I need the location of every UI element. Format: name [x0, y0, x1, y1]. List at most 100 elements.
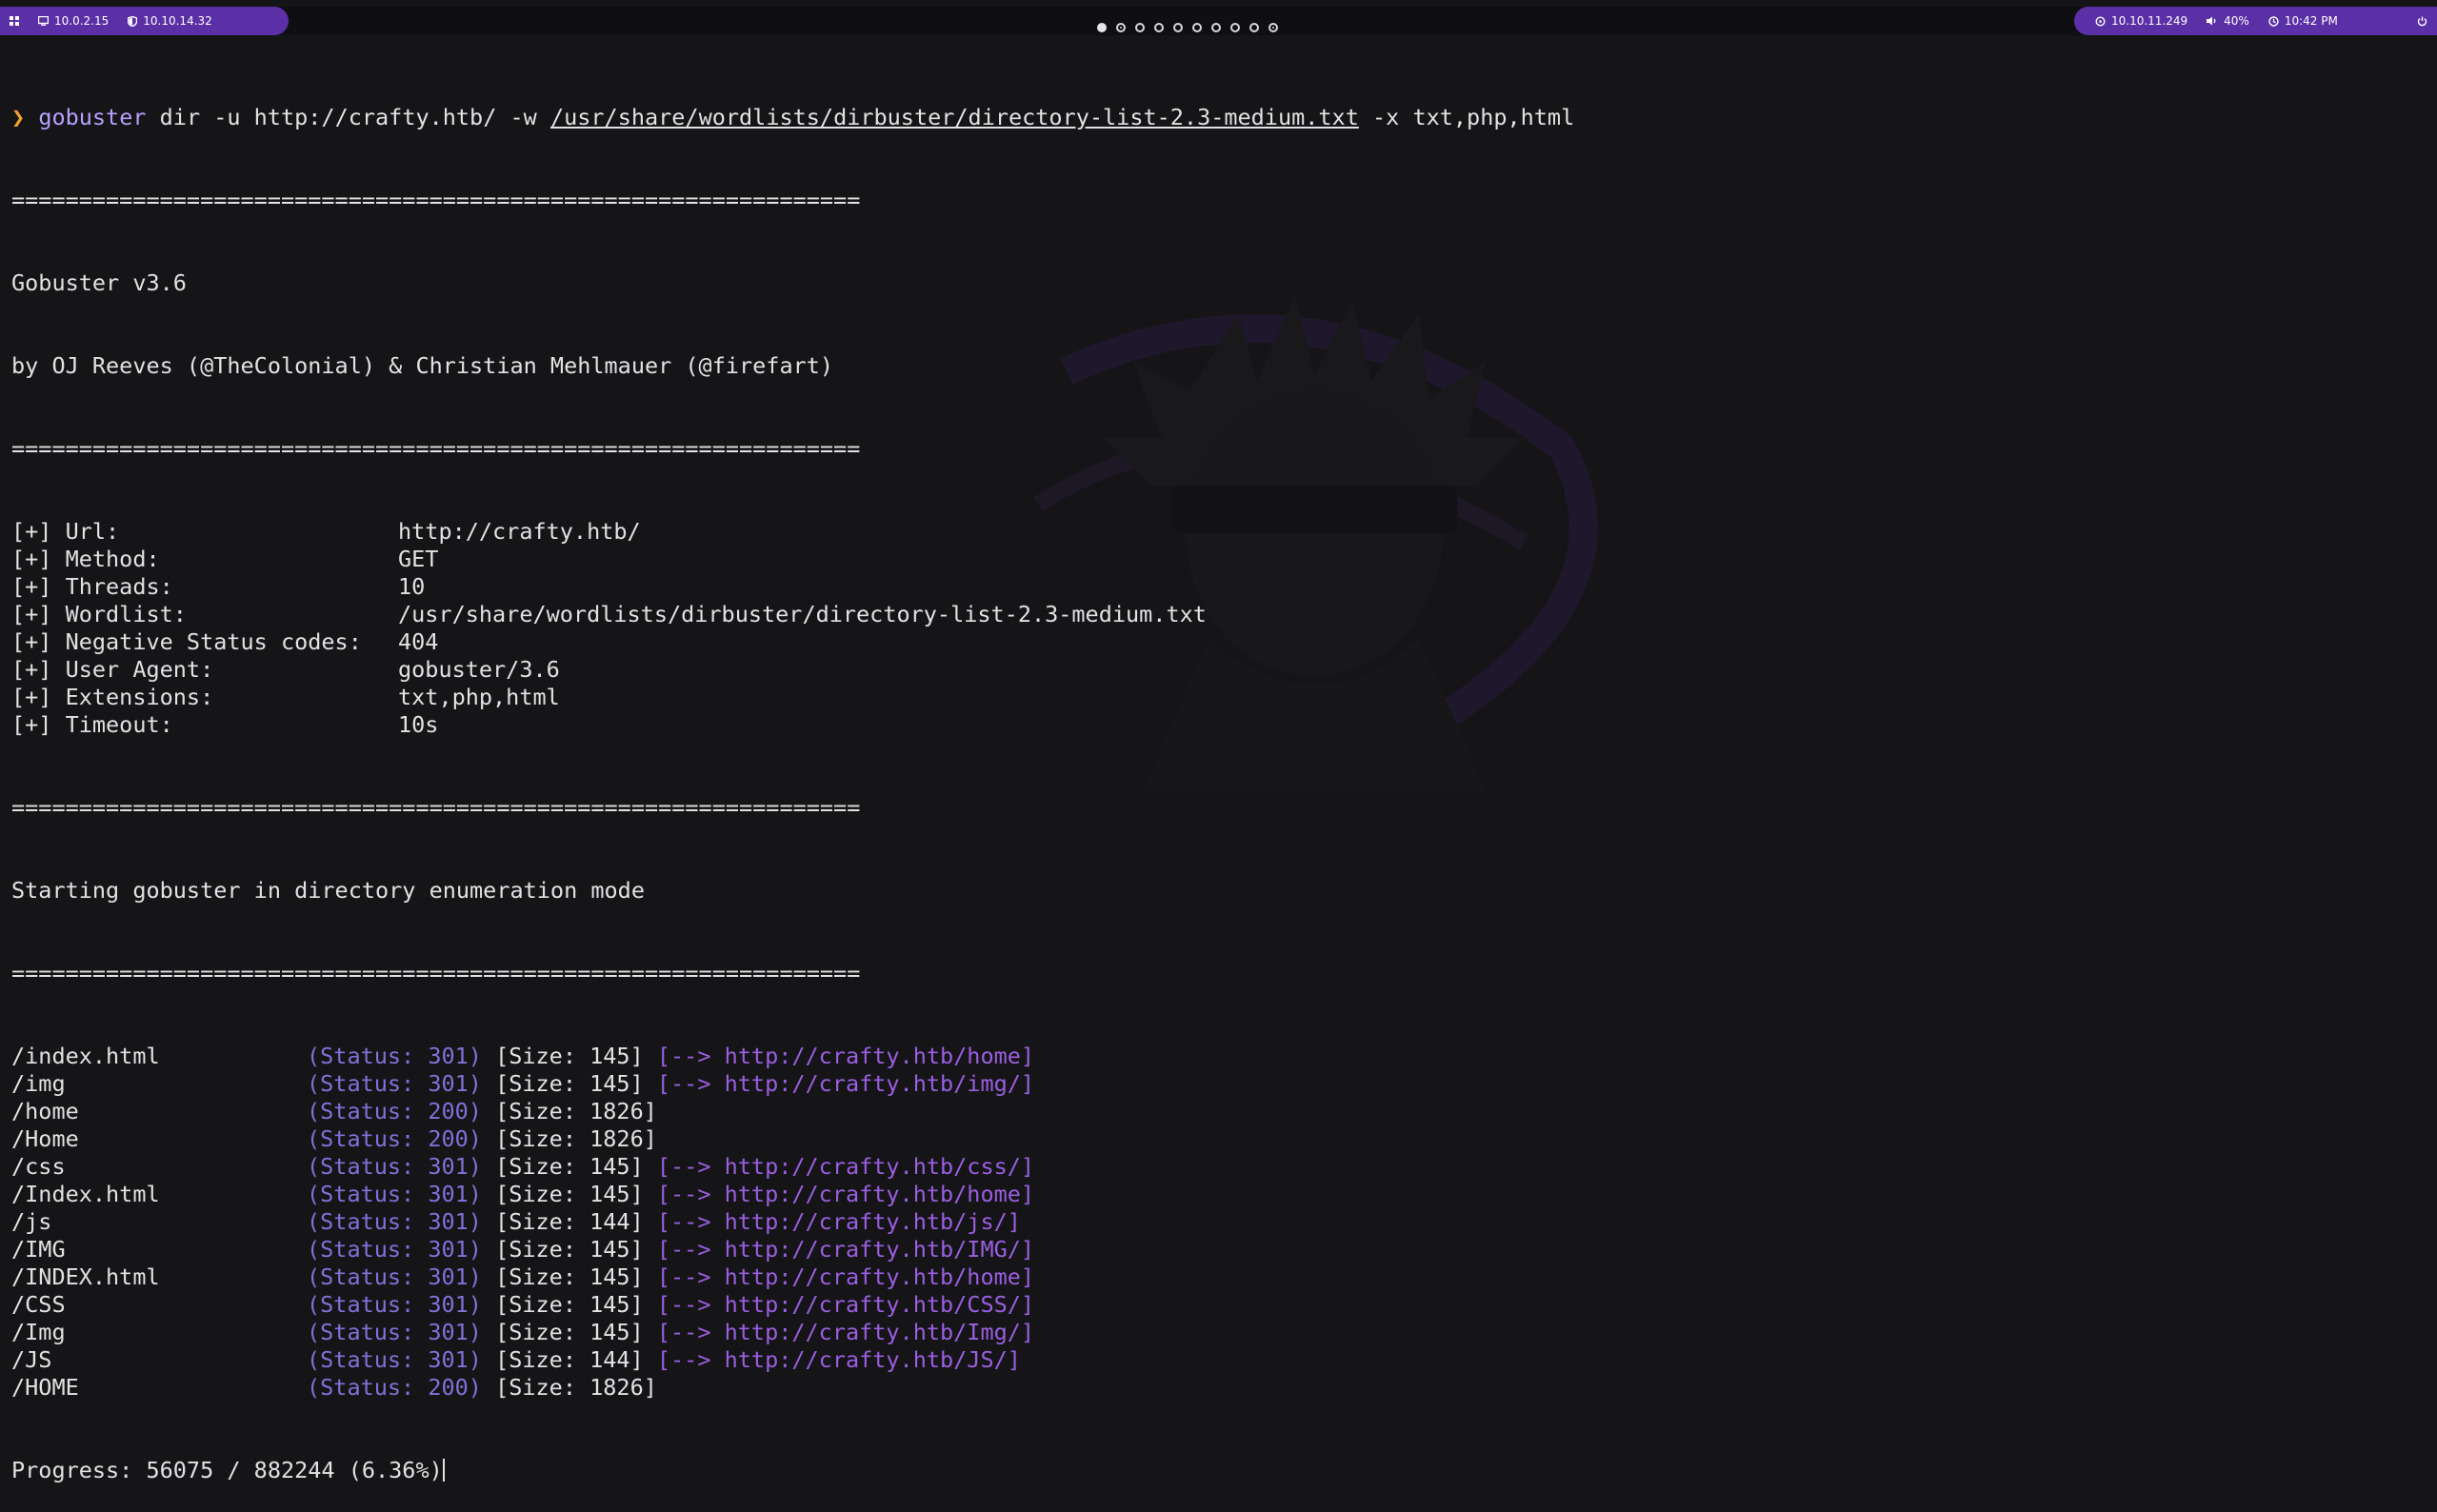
monitor-icon: [38, 16, 49, 26]
result-status: (Status: 301): [307, 1208, 482, 1235]
result-redirect-link[interactable]: [--> http://crafty.htb/css/]: [657, 1153, 1034, 1180]
separator-line: ========================================…: [11, 960, 861, 986]
workspace-1-button[interactable]: [1097, 23, 1107, 32]
option-label: [+] Extensions:: [11, 684, 214, 710]
result-redirect-link[interactable]: [--> http://crafty.htb/js/]: [657, 1208, 1021, 1235]
option-label: [+] Wordlist:: [11, 601, 187, 627]
result-status: (Status: 301): [307, 1236, 482, 1263]
right-status-pill: 10.10.11.249 40% 10:42 PM: [2074, 7, 2437, 35]
clock-item: 10:42 PM: [2259, 14, 2347, 28]
result-size: [Size: 145]: [495, 1236, 644, 1263]
apps-grid-button[interactable]: [0, 16, 29, 26]
result-path: /IMG: [11, 1236, 66, 1263]
result-row: /home (Status: 200) [Size: 1826]: [11, 1098, 2421, 1125]
target-ip-label: 10.10.11.249: [2111, 14, 2188, 28]
option-value: gobuster/3.6: [398, 656, 560, 683]
result-size: [Size: 145]: [495, 1263, 644, 1290]
volume-label: 40%: [2224, 14, 2249, 28]
result-path: /Home: [11, 1125, 79, 1152]
result-path: /index.html: [11, 1043, 160, 1069]
workspace-7-button[interactable]: [1211, 23, 1221, 32]
workspace-6-button[interactable]: [1192, 23, 1202, 32]
result-redirect-link[interactable]: [--> http://crafty.htb/home]: [657, 1043, 1034, 1069]
option-label: [+] Url:: [11, 518, 120, 545]
workspace-2-button[interactable]: [1116, 23, 1126, 32]
result-row: /css (Status: 301) [Size: 145] [--> http:…: [11, 1153, 2421, 1181]
result-path: /JS: [11, 1346, 52, 1373]
result-row: /index.html (Status: 301) [Size: 145] [--…: [11, 1043, 2421, 1070]
power-icon: [2417, 16, 2427, 26]
result-path: /HOME: [11, 1374, 79, 1401]
separator-line: ========================================…: [11, 187, 861, 213]
option-line: [+] Method: GET: [11, 546, 2421, 573]
option-label: [+] Threads:: [11, 573, 173, 600]
result-status: (Status: 200): [307, 1098, 482, 1124]
workspace-9-button[interactable]: [1249, 23, 1259, 32]
authors-line: by OJ Reeves (@TheColonial) & Christian …: [11, 352, 834, 379]
option-value: /usr/share/wordlists/dirbuster/directory…: [398, 601, 1207, 627]
shield-icon: [128, 15, 138, 27]
result-redirect-link[interactable]: [--> http://crafty.htb/CSS/]: [657, 1291, 1034, 1318]
result-path: /INDEX.html: [11, 1263, 160, 1290]
result-size: [Size: 145]: [495, 1153, 644, 1180]
workspace-4-button[interactable]: [1154, 23, 1164, 32]
result-row: /js (Status: 301) [Size: 144] [--> http:/…: [11, 1208, 2421, 1236]
result-redirect-link[interactable]: [--> http://crafty.htb/img/]: [657, 1070, 1034, 1097]
result-row: /JS (Status: 301) [Size: 144] [--> http:/…: [11, 1346, 2421, 1374]
options-block: [+] Url: http://crafty.htb/ [+] Method: GET…: [11, 518, 2421, 739]
target-icon: [2095, 15, 2106, 27]
results-block: /index.html (Status: 301) [Size: 145] [--…: [11, 1043, 2421, 1402]
option-line: [+] Wordlist: /usr/share/wordlists/dirbus…: [11, 601, 2421, 628]
command-args-extensions: -x txt,php,html: [1358, 104, 1575, 130]
result-status: (Status: 301): [307, 1346, 482, 1373]
result-redirect-link[interactable]: [--> http://crafty.htb/Img/]: [657, 1319, 1034, 1345]
result-path: /Img: [11, 1319, 66, 1345]
left-status-pill: 10.0.2.15 10.10.14.32: [0, 7, 289, 35]
workspace-8-button[interactable]: [1230, 23, 1240, 32]
option-line: [+] Threads: 10: [11, 573, 2421, 601]
workspace-switcher: [1097, 13, 1278, 42]
result-row: /HOME (Status: 200) [Size: 1826]: [11, 1374, 2421, 1402]
power-button[interactable]: [2407, 16, 2437, 27]
wordlist-path-link[interactable]: /usr/share/wordlists/dirbuster/directory…: [550, 104, 1359, 130]
result-status: (Status: 301): [307, 1319, 482, 1345]
workspace-5-button[interactable]: [1173, 23, 1183, 32]
result-redirect-link[interactable]: [--> http://crafty.htb/home]: [657, 1263, 1034, 1290]
result-path: /CSS: [11, 1291, 66, 1318]
command-args: dir -u http://crafty.htb/ -w: [146, 104, 550, 130]
result-size: [Size: 145]: [495, 1319, 644, 1345]
option-line: [+] Timeout: 10s: [11, 711, 2421, 739]
result-redirect-link[interactable]: [--> http://crafty.htb/JS/]: [657, 1346, 1021, 1373]
result-redirect-link[interactable]: [--> http://crafty.htb/IMG/]: [657, 1236, 1034, 1263]
prompt-symbol: ❯: [11, 104, 26, 130]
result-status: (Status: 301): [307, 1043, 482, 1069]
result-row: /Home (Status: 200) [Size: 1826]: [11, 1125, 2421, 1153]
volume-item[interactable]: 40%: [2197, 14, 2259, 28]
workspace-3-button[interactable]: [1135, 23, 1145, 32]
result-status: (Status: 200): [307, 1125, 482, 1152]
result-status: (Status: 301): [307, 1263, 482, 1290]
command-line: ❯ gobuster dir -u http://crafty.htb/ -w …: [11, 104, 2421, 131]
grid-icon: [10, 16, 19, 26]
start-message-line: Starting gobuster in directory enumerati…: [11, 877, 645, 904]
result-redirect-link[interactable]: [--> http://crafty.htb/home]: [657, 1181, 1034, 1207]
result-size: [Size: 1826]: [495, 1125, 657, 1152]
result-path: /js: [11, 1208, 52, 1235]
terminal-output[interactable]: ❯ gobuster dir -u http://crafty.htb/ -w …: [11, 49, 2421, 1512]
result-row: /Index.html (Status: 301) [Size: 145] [--…: [11, 1181, 2421, 1208]
speaker-icon: [2207, 16, 2216, 26]
option-label: [+] Timeout:: [11, 711, 173, 738]
result-row: /img (Status: 301) [Size: 145] [--> http:…: [11, 1070, 2421, 1098]
separator-line: ========================================…: [11, 435, 861, 462]
command-name: gobuster: [38, 104, 147, 130]
result-path: /Index.html: [11, 1181, 160, 1207]
result-row: /CSS (Status: 301) [Size: 145] [--> http:…: [11, 1291, 2421, 1319]
result-size: [Size: 144]: [495, 1346, 644, 1373]
option-line: [+] User Agent: gobuster/3.6: [11, 656, 2421, 684]
workspace-10-button[interactable]: [1268, 23, 1278, 32]
option-line: [+] Extensions: txt,php,html: [11, 684, 2421, 711]
option-value: txt,php,html: [398, 684, 560, 710]
result-size: [Size: 1826]: [495, 1098, 657, 1124]
result-status: (Status: 301): [307, 1291, 482, 1318]
result-size: [Size: 145]: [495, 1043, 644, 1069]
